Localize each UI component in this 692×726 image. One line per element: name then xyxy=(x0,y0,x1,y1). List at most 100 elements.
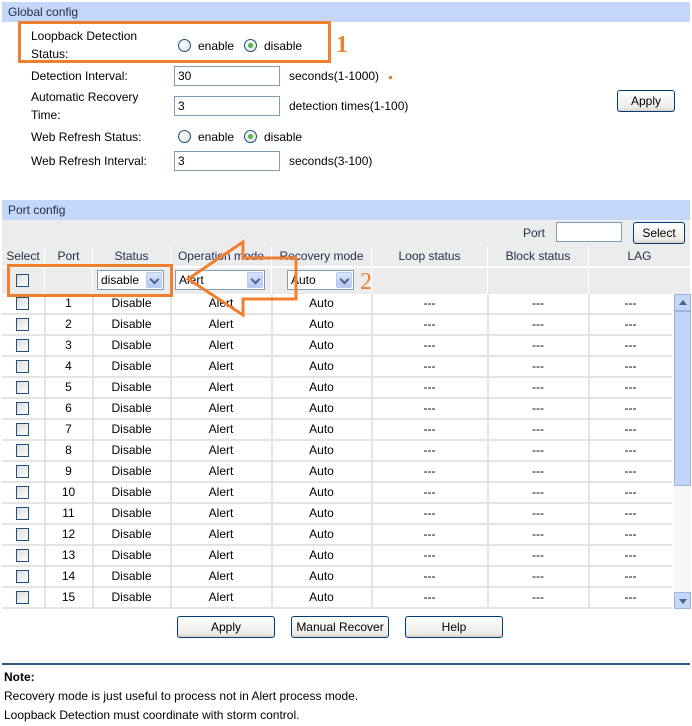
web-refresh-disable-radio[interactable] xyxy=(244,130,257,143)
cell-loop-status: --- xyxy=(423,548,436,562)
annotation-arrow-left xyxy=(185,239,298,318)
cell-block-status: --- xyxy=(532,317,544,331)
cell-loop-status: --- xyxy=(423,443,436,457)
cell-status: Disable xyxy=(111,317,152,331)
table-row: 12 Disable Alert Auto --- --- --- xyxy=(2,525,672,546)
recovery-time-label-line1: Automatic Recovery xyxy=(31,90,139,104)
cell-lag: --- xyxy=(624,338,637,352)
cell-port: 10 xyxy=(61,485,76,499)
detection-interval-label: Detection Interval: xyxy=(31,69,128,83)
row-select-checkbox[interactable] xyxy=(16,381,29,394)
cell-block-status: --- xyxy=(532,422,544,436)
port-select-button[interactable]: Select xyxy=(633,222,685,244)
cell-port: 12 xyxy=(61,527,76,541)
cell-port: 9 xyxy=(65,464,72,478)
row-select-checkbox[interactable] xyxy=(16,549,29,562)
cell-lag: --- xyxy=(624,317,637,331)
scroll-down-button[interactable] xyxy=(674,592,691,609)
cell-lag: --- xyxy=(624,527,637,541)
cell-lag: --- xyxy=(624,422,637,436)
row-select-checkbox[interactable] xyxy=(16,360,29,373)
cell-operation-mode: Alert xyxy=(208,401,234,415)
scroll-up-button[interactable] xyxy=(674,294,691,311)
table-row: 8 Disable Alert Auto --- --- --- xyxy=(2,441,672,462)
detection-interval-input[interactable] xyxy=(174,66,280,86)
row-select-checkbox[interactable] xyxy=(16,591,29,604)
port-apply-button[interactable]: Apply xyxy=(177,616,275,638)
table-row: 2 Disable Alert Auto --- --- --- xyxy=(2,315,672,336)
cell-recovery-mode: Auto xyxy=(309,506,334,520)
row-select-checkbox[interactable] xyxy=(16,465,29,478)
port-search-label: Port xyxy=(523,226,546,240)
chevron-down-icon xyxy=(336,272,352,288)
table-row: 1 Disable Alert Auto --- --- --- xyxy=(2,294,672,315)
cell-port: 7 xyxy=(65,422,72,436)
cell-block-status: --- xyxy=(532,527,544,541)
port-config-header: Port config xyxy=(2,200,690,220)
row-select-checkbox[interactable] xyxy=(16,486,29,499)
table-row: 11 Disable Alert Auto --- --- --- xyxy=(2,504,672,525)
cell-loop-status: --- xyxy=(423,506,436,520)
cell-operation-mode: Alert xyxy=(208,464,234,478)
cell-status: Disable xyxy=(111,548,152,562)
cell-loop-status: --- xyxy=(423,464,436,478)
cell-loop-status: --- xyxy=(423,338,436,352)
row-select-checkbox[interactable] xyxy=(16,318,29,331)
cell-loop-status: --- xyxy=(423,401,436,415)
cell-operation-mode: Alert xyxy=(208,506,234,520)
row-select-checkbox[interactable] xyxy=(16,507,29,520)
cell-loop-status: --- xyxy=(423,422,436,436)
row-select-checkbox[interactable] xyxy=(16,423,29,436)
cell-status: Disable xyxy=(111,443,152,457)
cell-block-status: --- xyxy=(532,590,544,604)
note-line-1: Recovery mode is just useful to process … xyxy=(4,689,359,703)
port-search-input[interactable] xyxy=(556,222,622,242)
cell-status: Disable xyxy=(111,422,152,436)
cell-operation-mode: Alert xyxy=(208,380,234,394)
row-select-checkbox[interactable] xyxy=(16,297,29,310)
row-select-checkbox[interactable] xyxy=(16,528,29,541)
cell-operation-mode: Alert xyxy=(208,569,234,583)
annotation-number-1: 1 xyxy=(336,32,348,58)
row-select-checkbox[interactable] xyxy=(16,402,29,415)
column-header-status: Status xyxy=(114,249,149,263)
cell-port: 13 xyxy=(61,548,76,562)
recovery-time-hint: detection times(1-100) xyxy=(289,99,409,113)
table-row: 5 Disable Alert Auto --- --- --- xyxy=(2,378,672,399)
detection-interval-hint: seconds(1-1000) xyxy=(289,69,380,83)
web-refresh-interval-input[interactable] xyxy=(174,151,280,171)
recovery-time-input[interactable] xyxy=(174,96,280,116)
table-row: 10 Disable Alert Auto --- --- --- xyxy=(2,483,672,504)
global-apply-button[interactable]: Apply xyxy=(617,90,675,112)
arrow-down-icon xyxy=(679,599,687,604)
cell-loop-status: --- xyxy=(423,527,436,541)
cell-status: Disable xyxy=(111,590,152,604)
cell-status: Disable xyxy=(111,359,152,373)
cell-lag: --- xyxy=(624,548,637,562)
row-select-checkbox[interactable] xyxy=(16,339,29,352)
web-refresh-enable-radio[interactable] xyxy=(178,130,191,143)
row-select-checkbox[interactable] xyxy=(16,570,29,583)
help-button[interactable]: Help xyxy=(405,616,503,638)
cell-port: 11 xyxy=(62,506,75,520)
cell-loop-status: --- xyxy=(423,380,436,394)
row-select-checkbox[interactable] xyxy=(16,444,29,457)
cell-block-status: --- xyxy=(532,359,544,373)
cell-block-status: --- xyxy=(532,401,544,415)
cell-operation-mode: Alert xyxy=(208,485,234,499)
cell-lag: --- xyxy=(624,359,637,373)
cell-block-status: --- xyxy=(532,569,544,583)
cell-operation-mode: Alert xyxy=(208,422,234,436)
cell-status: Disable xyxy=(111,464,152,478)
cell-loop-status: --- xyxy=(423,485,436,499)
scroll-thumb[interactable] xyxy=(674,311,691,486)
manual-recover-button[interactable]: Manual Recover xyxy=(291,616,389,638)
annotation-number-2: 2 xyxy=(360,269,372,295)
cell-recovery-mode: Auto xyxy=(309,359,334,373)
cell-status: Disable xyxy=(111,527,152,541)
cell-port: 14 xyxy=(61,569,76,583)
table-scrollbar[interactable] xyxy=(674,294,691,609)
cell-port: 6 xyxy=(65,401,72,415)
cell-block-status: --- xyxy=(532,464,544,478)
cell-lag: --- xyxy=(624,380,637,394)
